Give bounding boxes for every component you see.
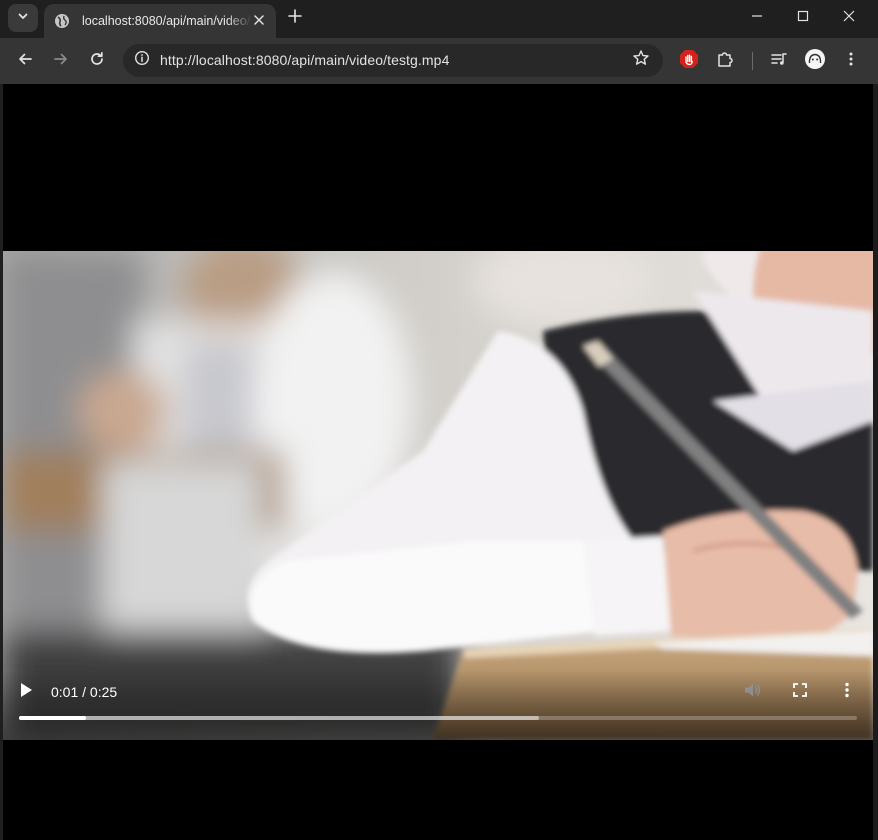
fullscreen-button[interactable]	[787, 678, 813, 706]
plus-icon	[288, 8, 302, 28]
extensions-button[interactable]	[711, 47, 739, 75]
new-tab-button[interactable]	[284, 7, 306, 29]
minimize-icon	[751, 9, 763, 27]
time-display: 0:01 / 0:25	[51, 684, 118, 700]
address-bar[interactable]: http://localhost:8080/api/main/video/tes…	[123, 44, 663, 77]
reload-button[interactable]	[83, 47, 111, 75]
seek-bar-played	[19, 716, 87, 720]
bookmark-button[interactable]	[631, 49, 651, 72]
tab-title: localhost:8080/api/main/video/testg.mp4	[82, 14, 252, 28]
tab-strip: localhost:8080/api/main/video/testg.mp4	[0, 0, 878, 38]
minimize-button[interactable]	[734, 4, 780, 32]
kebab-menu-icon	[843, 51, 859, 72]
video-frame	[3, 251, 873, 740]
tab-search-button[interactable]	[8, 4, 38, 32]
browser-menu-button[interactable]	[837, 47, 865, 75]
browser-tab[interactable]: localhost:8080/api/main/video/testg.mp4	[44, 4, 276, 38]
stop-hand-icon	[679, 49, 699, 74]
maximize-button[interactable]	[780, 4, 826, 32]
site-info-button[interactable]	[129, 48, 154, 73]
window-close-button[interactable]	[826, 4, 872, 32]
media-controls-button[interactable]	[765, 47, 793, 75]
close-icon	[254, 12, 264, 30]
profile-avatar-icon	[804, 48, 826, 75]
tab-close-button[interactable]	[250, 12, 268, 30]
page-viewport: 0:01 / 0:25	[3, 84, 873, 840]
url-host: http://localhost	[160, 52, 252, 68]
forward-arrow-icon	[53, 51, 69, 72]
playlist-icon	[770, 50, 788, 73]
reload-icon	[89, 51, 105, 72]
url-path: :8080/api/main/video/testg.mp4	[251, 52, 450, 68]
fullscreen-icon	[793, 682, 807, 702]
mute-button[interactable]	[740, 678, 766, 706]
seek-bar[interactable]	[19, 716, 857, 720]
maximize-icon	[797, 9, 809, 27]
browser-toolbar: http://localhost:8080/api/main/video/tes…	[0, 38, 878, 84]
play-button[interactable]	[11, 678, 41, 706]
chevron-down-icon	[17, 9, 29, 27]
seek-bar-buffered	[19, 716, 539, 720]
star-icon	[632, 49, 650, 72]
url-text[interactable]: http://localhost:8080/api/main/video/tes…	[160, 52, 449, 68]
profile-button[interactable]	[801, 47, 829, 75]
more-options-icon	[844, 682, 850, 703]
adblock-extension-button[interactable]	[675, 47, 703, 75]
back-button[interactable]	[11, 47, 39, 75]
volume-icon	[744, 682, 762, 703]
back-arrow-icon	[17, 51, 33, 72]
info-icon	[134, 50, 150, 71]
browser-window: localhost:8080/api/main/video/testg.mp4	[0, 0, 878, 840]
forward-button[interactable]	[47, 47, 75, 75]
window-edge	[873, 84, 878, 840]
video-player[interactable]: 0:01 / 0:25	[3, 251, 873, 740]
globe-icon	[54, 13, 70, 29]
window-close-icon	[843, 9, 855, 27]
play-icon	[19, 682, 33, 703]
more-options-button[interactable]	[835, 678, 859, 706]
puzzle-icon	[716, 50, 734, 73]
toolbar-divider	[752, 52, 753, 70]
